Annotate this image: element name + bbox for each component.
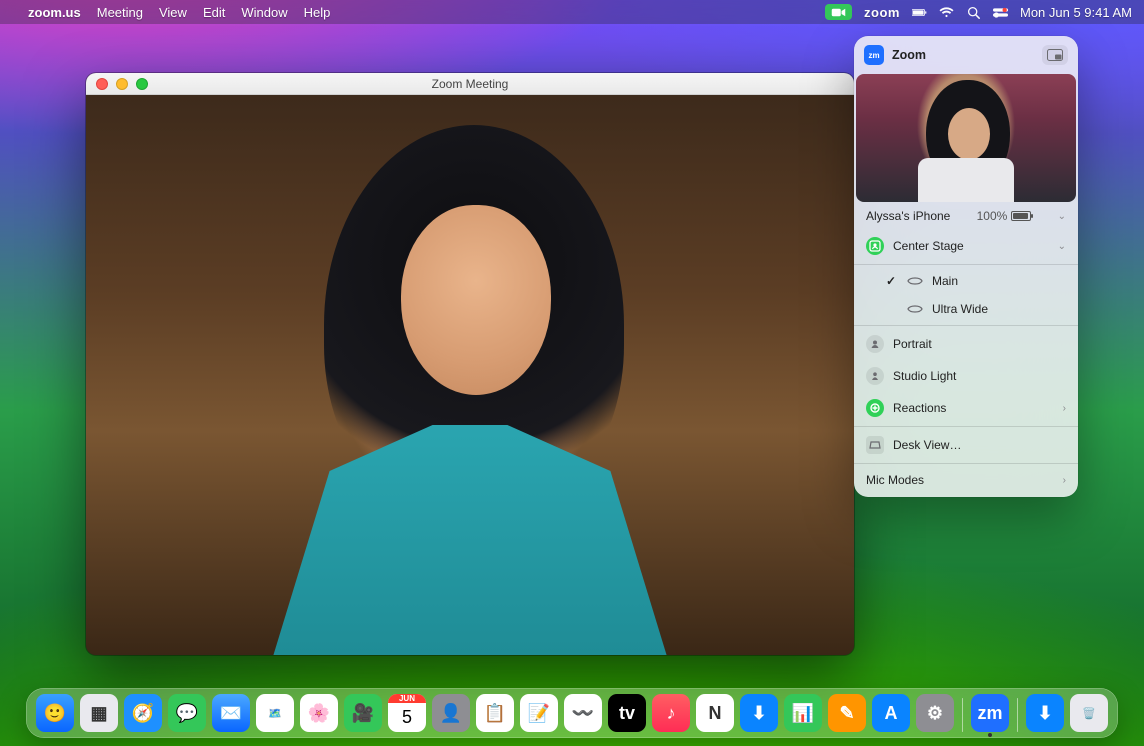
portrait-label: Portrait: [893, 337, 932, 351]
dock-appstore[interactable]: A: [872, 694, 910, 732]
portrait-icon: [866, 335, 884, 353]
dock-appstore-alt[interactable]: ⬇︎: [740, 694, 778, 732]
dock-notes[interactable]: 📝: [520, 694, 558, 732]
dock-music[interactable]: ♪: [652, 694, 690, 732]
lens-ultrawide-label: Ultra Wide: [932, 302, 988, 316]
center-stage-toggle[interactable]: Center Stage ⌄: [854, 230, 1078, 262]
pip-icon: [1047, 49, 1063, 61]
wifi-icon[interactable]: [939, 6, 954, 19]
device-name: Alyssa's iPhone: [866, 209, 950, 223]
panel-header: zm Zoom: [854, 36, 1078, 74]
dock-pages[interactable]: ✎: [828, 694, 866, 732]
zoom-meeting-window[interactable]: Zoom Meeting: [86, 73, 854, 655]
menubar: zoom.us Meeting View Edit Window Help zo…: [0, 0, 1144, 24]
dock-safari[interactable]: 🧭: [124, 694, 162, 732]
mic-modes-label: Mic Modes: [866, 473, 924, 487]
dock-mail[interactable]: ✉️: [212, 694, 250, 732]
portrait-toggle[interactable]: Portrait: [854, 328, 1078, 360]
dock-photos[interactable]: 🌸: [300, 694, 338, 732]
reactions-icon: [866, 399, 884, 417]
chevron-right-icon: ›: [1063, 403, 1066, 414]
mic-modes-button[interactable]: Mic Modes ›: [854, 466, 1078, 497]
window-title: Zoom Meeting: [86, 77, 854, 91]
participant-face: [401, 205, 551, 395]
dock-calendar[interactable]: JUN5: [388, 694, 426, 732]
panel-app-name: Zoom: [892, 48, 926, 62]
battery-icon[interactable]: [912, 6, 927, 19]
camera-preview: [856, 74, 1076, 202]
desk-view-button[interactable]: Desk View…: [854, 429, 1078, 461]
dock-messages[interactable]: 💬: [168, 694, 206, 732]
menubar-item-help[interactable]: Help: [304, 5, 331, 20]
camera-active-indicator[interactable]: [825, 4, 852, 20]
dock-tv[interactable]: tv: [608, 694, 646, 732]
device-battery: 100%: [977, 209, 1032, 223]
lens-option-ultrawide[interactable]: Ultra Wide: [854, 295, 1078, 323]
dock-facetime[interactable]: 🎥: [344, 694, 382, 732]
window-minimize-button[interactable]: [116, 78, 128, 90]
dock-contacts[interactable]: 👤: [432, 694, 470, 732]
dock-finder[interactable]: 🙂: [36, 694, 74, 732]
dock-trash[interactable]: 🗑️: [1070, 694, 1108, 732]
lens-outline-icon: [907, 276, 923, 286]
dock-settings[interactable]: ⚙︎: [916, 694, 954, 732]
menubar-status-zoom[interactable]: zoom: [864, 5, 900, 20]
dock-numbers[interactable]: 📊: [784, 694, 822, 732]
menubar-clock[interactable]: Mon Jun 5 9:41 AM: [1020, 5, 1132, 20]
lens-main-label: Main: [932, 274, 958, 288]
video-icon: [831, 6, 846, 19]
desk-view-icon: [866, 436, 884, 454]
chevron-down-icon: ⌄: [1058, 211, 1066, 222]
reactions-label: Reactions: [893, 401, 946, 415]
lens-option-main[interactable]: ✓ Main: [854, 267, 1078, 295]
zoom-app-icon: zm: [864, 45, 884, 65]
studio-light-icon: [866, 367, 884, 385]
picture-in-picture-button[interactable]: [1042, 45, 1068, 65]
spotlight-icon[interactable]: [966, 6, 981, 19]
dock-launchpad[interactable]: ▦: [80, 694, 118, 732]
dock-news[interactable]: N: [696, 694, 734, 732]
checkmark-icon: ✓: [884, 274, 898, 288]
menubar-item-window[interactable]: Window: [241, 5, 287, 20]
dock-maps[interactable]: 🗺️: [256, 694, 294, 732]
studio-light-toggle[interactable]: Studio Light: [854, 360, 1078, 392]
dock-freeform[interactable]: 〰️: [564, 694, 602, 732]
menubar-item-meeting[interactable]: Meeting: [97, 5, 143, 20]
dock: 🙂▦🧭💬✉️🗺️🌸🎥JUN5👤📋📝〰️tv♪N⬇︎📊✎A⚙︎zm⬇︎🗑️: [26, 688, 1118, 738]
chevron-down-icon: ⌄: [1058, 241, 1066, 252]
center-stage-icon: [866, 237, 884, 255]
chevron-right-icon: ›: [1063, 475, 1066, 486]
menubar-item-view[interactable]: View: [159, 5, 187, 20]
main-video-feed: [86, 95, 854, 655]
desk-view-label: Desk View…: [893, 438, 961, 452]
menubar-app-name[interactable]: zoom.us: [28, 5, 81, 20]
participant-blazer: [236, 425, 704, 655]
lens-outline-icon: [907, 304, 923, 314]
studio-light-label: Studio Light: [893, 369, 956, 383]
device-row[interactable]: Alyssa's iPhone 100% ⌄: [854, 202, 1078, 230]
dock-zoom[interactable]: zm: [971, 694, 1009, 732]
reactions-toggle[interactable]: Reactions ›: [854, 392, 1078, 424]
dock-reminders[interactable]: 📋: [476, 694, 514, 732]
menubar-item-edit[interactable]: Edit: [203, 5, 225, 20]
window-titlebar[interactable]: Zoom Meeting: [86, 73, 854, 95]
window-zoom-button[interactable]: [136, 78, 148, 90]
control-center-icon[interactable]: [993, 6, 1008, 19]
dock-downloads[interactable]: ⬇︎: [1026, 694, 1064, 732]
center-stage-label: Center Stage: [893, 239, 964, 253]
window-close-button[interactable]: [96, 78, 108, 90]
video-effects-panel: zm Zoom Alyssa's iPhone 100% ⌄ Center St…: [854, 36, 1078, 497]
